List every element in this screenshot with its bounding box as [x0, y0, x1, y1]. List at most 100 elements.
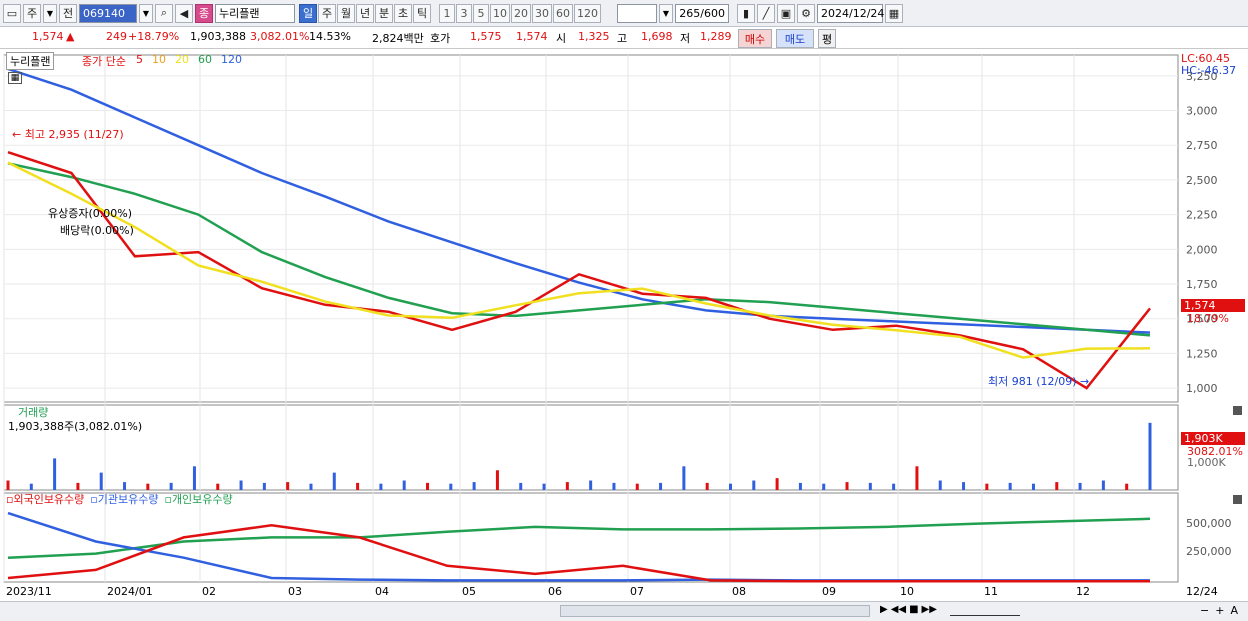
- x-tick-label: 07: [630, 585, 644, 598]
- event-rights-issue: 유상증자(0.00%): [48, 207, 133, 220]
- volume-bar: [892, 483, 896, 490]
- holdings-legend: ▫외국인보유수량 ▫기관보유수량 ▫개인보유수량: [6, 491, 233, 507]
- rewind-icon[interactable]: ◀◀: [891, 604, 906, 615]
- count-input[interactable]: 265/600: [675, 3, 729, 23]
- period-tab-4[interactable]: 분: [375, 3, 393, 23]
- volume-bar: [356, 482, 360, 490]
- adjust-button[interactable]: 전: [59, 3, 77, 23]
- interval-tab-120[interactable]: 120: [574, 3, 601, 23]
- period-tab-2[interactable]: 월: [337, 3, 355, 23]
- interval-tab-10[interactable]: 10: [490, 3, 510, 23]
- chevron-down-icon[interactable]: ▼: [43, 3, 57, 23]
- period-tab-3[interactable]: 년: [356, 3, 374, 23]
- zoom-out-icon[interactable]: −: [1200, 604, 1209, 617]
- high-label: 고: [617, 32, 628, 45]
- volume-bar: [332, 472, 336, 490]
- volume-bar: [1078, 482, 1082, 490]
- low-annotation-text: 최저 981 (12/09): [988, 375, 1077, 388]
- volume-bar: [1148, 422, 1152, 490]
- zoom-slider[interactable]: [950, 604, 1020, 616]
- price-pct-tag: 18.79%: [1187, 312, 1229, 325]
- hc-value: HC:-46.37: [1181, 64, 1237, 77]
- price-y-tick: 2,000: [1186, 243, 1218, 256]
- price-y-tick: 1,750: [1186, 278, 1218, 291]
- x-tick-label: 11: [984, 585, 998, 598]
- line-tool-icon[interactable]: ╱: [757, 3, 775, 23]
- sell-button[interactable]: 매도: [776, 29, 814, 48]
- x-tick-label: 2023/11: [6, 585, 52, 598]
- interval-tab-3[interactable]: 3: [456, 3, 472, 23]
- stock-badge: 종: [195, 3, 213, 23]
- extra-button[interactable]: 평: [818, 29, 836, 48]
- volume-bar: [449, 483, 453, 490]
- speaker-icon[interactable]: ◀: [175, 3, 193, 23]
- count-current: 265: [679, 6, 701, 20]
- scroll-track[interactable]: [560, 605, 870, 617]
- volume-pct: 3,082.01%: [250, 30, 310, 43]
- interval-tab-30[interactable]: 30: [532, 3, 552, 23]
- volume-bar: [635, 483, 639, 490]
- interval-tab-1[interactable]: 1: [439, 3, 455, 23]
- price-y-tick: 3,000: [1186, 105, 1218, 118]
- save-icon[interactable]: ▣: [777, 3, 795, 23]
- candle-type-icon[interactable]: ▮: [737, 3, 755, 23]
- period-tab-5[interactable]: 초: [394, 3, 412, 23]
- volume-bar: [915, 466, 919, 490]
- holdings-legend-2[interactable]: ▫개인보유수량: [164, 491, 232, 507]
- zoom-in-icon[interactable]: +: [1215, 604, 1224, 617]
- code-dropdown-icon[interactable]: ▼: [139, 3, 153, 23]
- stock-name-field[interactable]: 누리플랜: [215, 3, 295, 23]
- x-tick-label: 09: [822, 585, 836, 598]
- volume-bar: [123, 482, 127, 490]
- window-icon[interactable]: ▭: [3, 3, 21, 23]
- scroll-bar-area: ▶ ◀◀ ■ ▶▶ − + A: [0, 601, 1248, 621]
- x-tick-label: 04: [375, 585, 389, 598]
- stop-icon[interactable]: ■: [909, 604, 918, 615]
- ma-period-10[interactable]: 10: [152, 53, 166, 66]
- volume-bar: [985, 483, 989, 490]
- stock-code-input[interactable]: 069140: [79, 3, 137, 23]
- period-left-button[interactable]: 주: [23, 3, 41, 23]
- calendar-icon[interactable]: ▦: [885, 3, 903, 23]
- volume-bar: [775, 478, 779, 490]
- chart-toolbar: ▭ 주 ▼ 전 069140 ▼ ⌕ ◀ 종 누리플랜 일주월년분초틱 1351…: [0, 0, 1248, 27]
- holdings-legend-0[interactable]: ▫외국인보유수량: [6, 491, 84, 507]
- forward-icon[interactable]: ▶▶: [922, 604, 937, 615]
- volume-value: 1,903,388: [190, 30, 246, 43]
- volume-bar: [565, 482, 569, 490]
- holdings-close-icon[interactable]: [1233, 495, 1242, 504]
- volume-bar: [239, 480, 243, 490]
- stock-chart[interactable]: 2023/11 2024/01 02 03 04 05 06 07 08 09 10 11 12 12/2…: [0, 50, 1248, 621]
- holdings-legend-1[interactable]: ▫기관보유수량: [90, 491, 158, 507]
- blank-dropdown-icon[interactable]: ▼: [659, 3, 673, 23]
- interval-tab-20[interactable]: 20: [511, 3, 531, 23]
- ma-period-60[interactable]: 60: [198, 53, 212, 66]
- interval-tab-5[interactable]: 5: [473, 3, 489, 23]
- play-icon[interactable]: ▶: [880, 604, 888, 615]
- period-tab-0[interactable]: 일: [299, 3, 317, 23]
- ma-label: 종가 단순: [82, 55, 126, 68]
- ma-period-120[interactable]: 120: [221, 53, 242, 66]
- volume-bar: [938, 480, 942, 490]
- font-size-icon[interactable]: A: [1230, 604, 1238, 617]
- buy-button[interactable]: 매수: [738, 29, 772, 48]
- volume-bar: [589, 480, 593, 490]
- blank-dropdown-field[interactable]: [617, 3, 657, 23]
- volume-bar: [542, 483, 546, 490]
- x-axis-end-label: 12/24: [1186, 585, 1218, 598]
- interval-tab-60[interactable]: 60: [553, 3, 573, 23]
- count-total: /600: [700, 6, 725, 20]
- volume-close-icon[interactable]: [1233, 406, 1242, 415]
- ma-period-20[interactable]: 20: [175, 53, 189, 66]
- volume-y-tick: 1,000K: [1187, 456, 1226, 469]
- grid-icon[interactable]: ▦: [8, 72, 22, 84]
- volume-bar: [169, 482, 173, 490]
- volume-bar: [1008, 482, 1012, 490]
- date-input[interactable]: 2024/12/24: [817, 3, 884, 23]
- period-tab-6[interactable]: 틱: [413, 3, 431, 23]
- period-tab-1[interactable]: 주: [318, 3, 336, 23]
- gear-icon[interactable]: ⚙: [797, 3, 815, 23]
- ma-period-5[interactable]: 5: [136, 53, 143, 66]
- holdings-y-tick: 500,000: [1186, 517, 1232, 530]
- search-icon[interactable]: ⌕: [155, 3, 173, 23]
